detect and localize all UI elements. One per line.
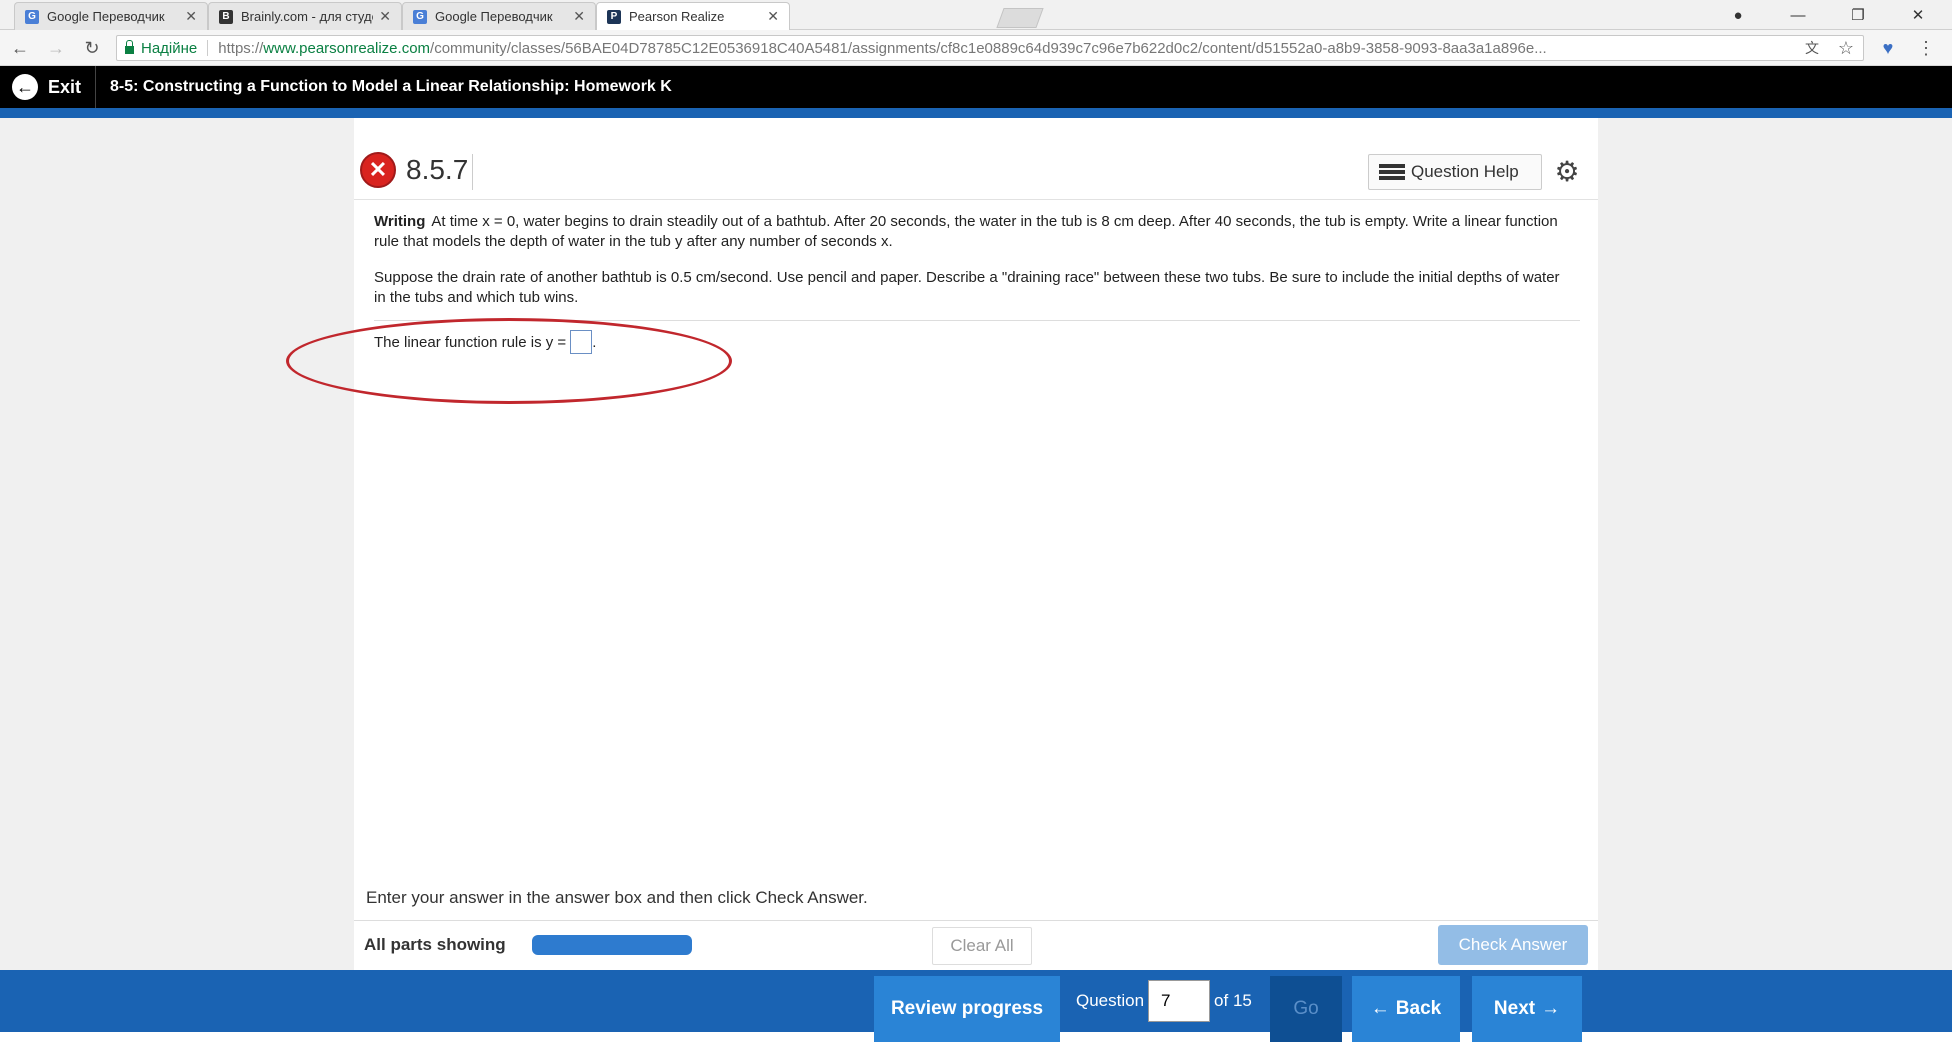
- next-arrow-icon: →: [1541, 998, 1561, 1019]
- browser-tab-1[interactable]: G Google Переводчик ✕: [14, 2, 208, 30]
- url-field[interactable]: Надійне https://www.pearsonrealize.com/c…: [116, 35, 1864, 61]
- brainly-favicon-icon: B: [219, 9, 233, 24]
- left-gutter: [0, 118, 354, 970]
- close-tab-icon[interactable]: ✕: [185, 8, 197, 25]
- browser-tab-title: Pearson Realize: [629, 9, 725, 24]
- browser-tab-bar: G Google Переводчик ✕ B Brainly.com - дл…: [0, 0, 1952, 30]
- close-tab-icon[interactable]: ✕: [573, 8, 585, 25]
- clear-all-button[interactable]: Clear All: [932, 927, 1032, 965]
- header-accent-bar: [0, 108, 1952, 118]
- answer-instruction: Enter your answer in the answer box and …: [366, 888, 868, 907]
- pearson-favicon-icon: P: [607, 9, 621, 24]
- question-paragraph-2: Suppose the drain rate of another bathtu…: [374, 269, 1560, 306]
- browser-tab-title: Google Переводчик: [47, 9, 165, 24]
- url-path: /community/classes/56BAE04D78785C12E0536…: [430, 39, 1547, 57]
- gear-icon[interactable]: ⚙: [1550, 154, 1584, 188]
- right-gutter: [1598, 118, 1952, 970]
- close-window-icon[interactable]: ✕: [1888, 0, 1948, 30]
- question-footer: All parts showing Clear All Check Answer: [354, 920, 1598, 970]
- minimize-icon[interactable]: —: [1768, 0, 1828, 30]
- google-translate-favicon-icon: G: [25, 9, 39, 24]
- app-header: ← Exit 8-5: Constructing a Function to M…: [0, 66, 1952, 108]
- reload-icon[interactable]: ↻: [80, 36, 104, 60]
- url-host: www.pearsonrealize.com: [263, 39, 431, 57]
- browser-tab-4-active[interactable]: P Pearson Realize ✕: [596, 2, 790, 30]
- answer-suffix: .: [592, 333, 597, 351]
- omnibox-divider: [207, 40, 209, 56]
- assignment-title: 8-5: Constructing a Function to Model a …: [110, 78, 672, 95]
- browser-tab-title: Google Переводчик: [435, 9, 553, 24]
- next-label: Next: [1493, 998, 1536, 1019]
- answer-line: The linear function rule is y = .: [374, 330, 596, 354]
- review-progress-button[interactable]: Review progress: [874, 976, 1060, 1042]
- extension-heart-icon[interactable]: ♥: [1876, 36, 1900, 60]
- secure-label: Надійне: [141, 39, 198, 57]
- secure-indicator[interactable]: Надійне: [125, 40, 197, 57]
- question-number-input[interactable]: 7: [1148, 980, 1211, 1022]
- question-header: ✕ 8.5.7 Question Help ⚙: [354, 118, 1598, 200]
- question-number: 8.5.7: [406, 154, 469, 185]
- next-button[interactable]: Next →: [1472, 976, 1582, 1042]
- browser-tab-3[interactable]: G Google Переводчик ✕: [402, 2, 596, 30]
- bottom-nav-bar: Review progress Question 7 of 15 Go ← Ba…: [0, 970, 1952, 1042]
- question-number-divider: [472, 154, 473, 190]
- exit-label: Exit: [48, 76, 82, 97]
- writing-label: Writing: [374, 213, 426, 230]
- check-answer-button[interactable]: Check Answer: [1438, 925, 1588, 965]
- question-total-label: of 15: [1214, 991, 1252, 1010]
- profile-icon[interactable]: ●: [1708, 0, 1768, 30]
- exit-arrow-icon: ←: [12, 74, 38, 100]
- question-help-button[interactable]: Question Help: [1368, 154, 1542, 190]
- close-tab-icon[interactable]: ✕: [379, 8, 391, 25]
- exit-button[interactable]: ← Exit: [0, 66, 96, 108]
- answer-prompt: The linear function rule is y =: [374, 333, 567, 351]
- restore-icon[interactable]: ❐: [1828, 0, 1888, 30]
- question-nav-label: Question: [1076, 991, 1145, 1010]
- menu-dots-icon[interactable]: ⋮: [1914, 36, 1938, 60]
- bookmark-star-icon[interactable]: ☆: [1834, 36, 1858, 60]
- question-paragraph-1-text: At time x = 0, water begins to drain ste…: [374, 213, 1558, 250]
- back-arrow-icon: ←: [1370, 998, 1390, 1019]
- list-icon: [1379, 163, 1405, 181]
- incorrect-x-icon: ✕: [360, 152, 396, 188]
- answer-input-box[interactable]: [570, 330, 593, 354]
- lock-icon: [125, 40, 134, 54]
- go-button[interactable]: Go: [1270, 976, 1342, 1042]
- back-arrow-icon[interactable]: ←: [8, 36, 32, 60]
- question-text: Writing At time x = 0, water begins to dr…: [374, 212, 1574, 324]
- back-button[interactable]: ← Back: [1352, 976, 1460, 1042]
- new-tab-button[interactable]: [996, 8, 1044, 28]
- translate-icon[interactable]: 文: [1800, 36, 1824, 60]
- url-scheme: https://: [218, 39, 264, 57]
- browser-address-bar: ← → ↻ Надійне https://www.pearsonrealize…: [0, 30, 1952, 66]
- browser-tab-2[interactable]: B Brainly.com - для студен ✕: [208, 2, 402, 30]
- browser-tab-title: Brainly.com - для студен: [241, 9, 374, 24]
- all-parts-label: All parts showing: [364, 935, 506, 954]
- close-tab-icon[interactable]: ✕: [767, 8, 779, 25]
- question-navigator: Question 7 of 15: [1076, 970, 1252, 1032]
- forward-arrow-icon[interactable]: →: [44, 36, 68, 60]
- parts-progress-bar: [532, 935, 692, 955]
- question-panel: ✕ 8.5.7 Question Help ⚙ Writing At time x…: [286, 118, 1598, 970]
- google-translate-favicon-icon: G: [413, 9, 427, 24]
- question-help-label: Question Help: [1411, 162, 1519, 181]
- question-paragraph-1: Writing At time x = 0, water begins to dr…: [374, 212, 1574, 252]
- back-label: Back: [1395, 998, 1442, 1019]
